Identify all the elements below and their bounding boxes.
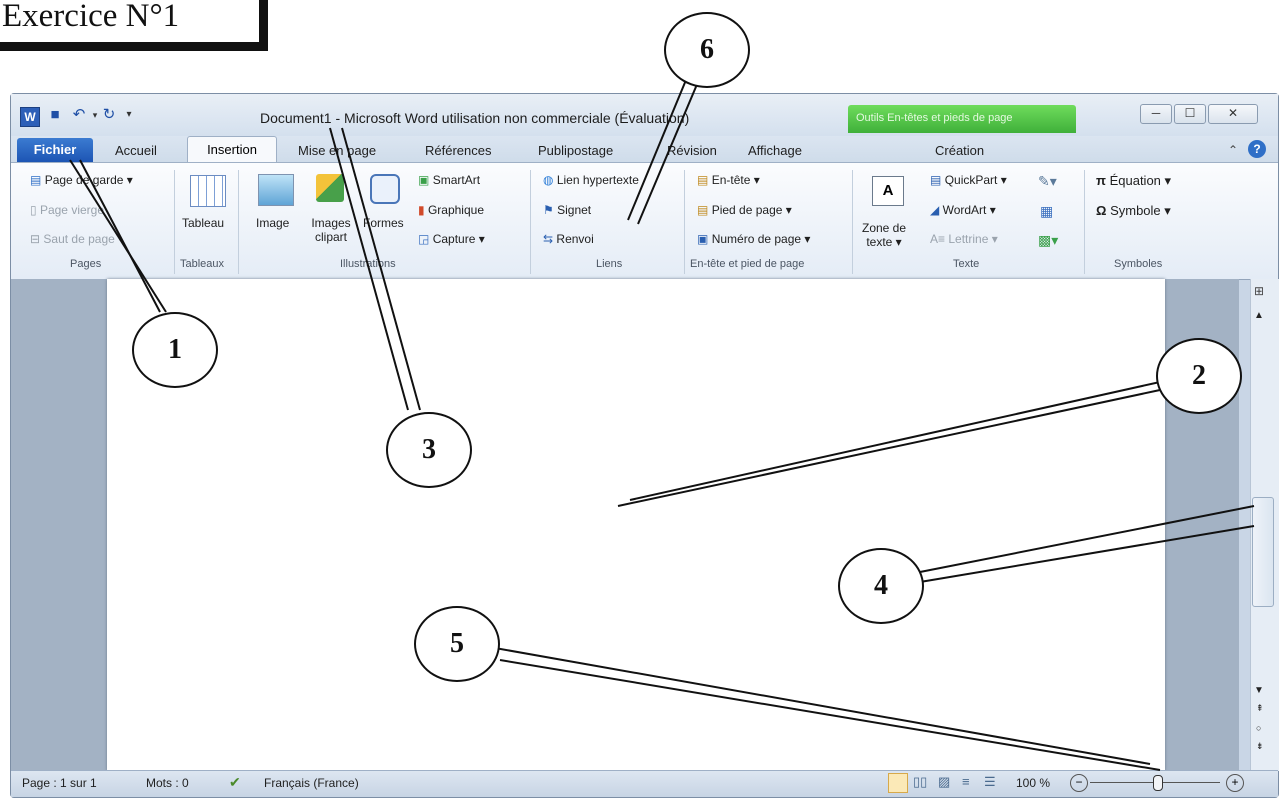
callout-6-line	[637, 81, 699, 225]
callout-6: 6	[664, 12, 750, 88]
callout-lines	[69, 79, 1255, 771]
callout-4-line	[919, 525, 1255, 583]
callout-1: 1	[132, 312, 218, 388]
callout-2-line	[629, 381, 1161, 501]
callout-6-line	[627, 79, 687, 221]
callout-1-line	[79, 159, 161, 313]
callout-3-line	[341, 127, 421, 411]
callout-5-line	[494, 647, 1151, 765]
callout-3-line	[329, 127, 409, 411]
callout-3: 3	[386, 412, 472, 488]
callout-5-line	[499, 659, 1161, 771]
callout-2: 2	[1156, 338, 1242, 414]
callout-4-line	[919, 505, 1255, 573]
callout-2-line	[617, 389, 1161, 507]
callout-5: 5	[414, 606, 500, 682]
callout-1-line	[69, 159, 167, 313]
callout-4: 4	[838, 548, 924, 624]
